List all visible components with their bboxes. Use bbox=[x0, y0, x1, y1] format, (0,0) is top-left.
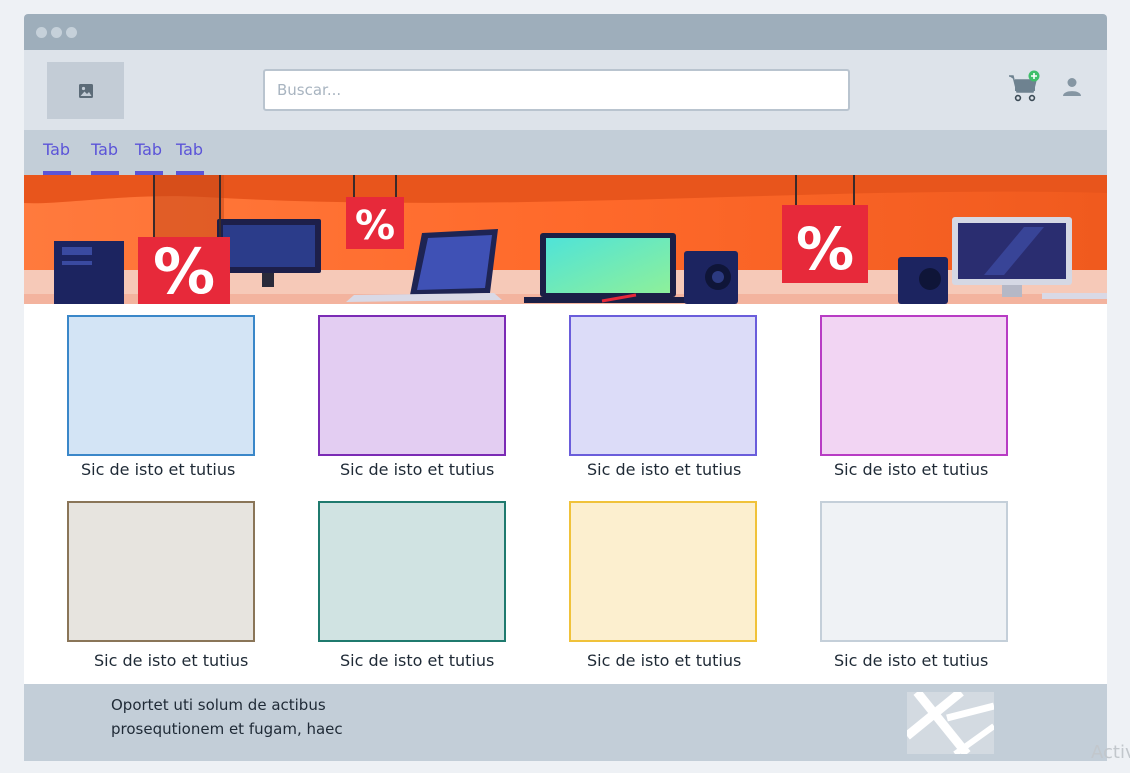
image-icon bbox=[78, 83, 93, 98]
tab-label: Tab bbox=[43, 140, 71, 159]
promo-banner[interactable]: % % % bbox=[24, 175, 1107, 304]
product-caption: Sic de isto et tutius bbox=[94, 651, 249, 670]
title-bar bbox=[24, 14, 1107, 50]
sale-sign-text: % bbox=[355, 203, 395, 249]
product-caption: Sic de isto et tutius bbox=[340, 460, 495, 479]
product-card[interactable]: Sic de isto et tutius bbox=[569, 315, 757, 479]
site-footer: Oportet uti solum de actibus proseqution… bbox=[24, 684, 1107, 761]
tab-3[interactable]: Tab bbox=[135, 140, 163, 175]
product-caption: Sic de isto et tutius bbox=[834, 651, 989, 670]
product-card[interactable]: Sic de isto et tutius bbox=[318, 315, 506, 479]
product-card[interactable]: Sic de isto et tutius bbox=[67, 315, 255, 479]
logo-placeholder[interactable] bbox=[47, 62, 124, 119]
product-card[interactable]: Sic de isto et tutius bbox=[820, 315, 1008, 479]
cart-add-icon[interactable] bbox=[1007, 70, 1041, 104]
footer-text: Oportet uti solum de actibus proseqution… bbox=[111, 693, 411, 741]
sale-sign-text: % bbox=[796, 215, 854, 283]
tab-bar: Tab Tab Tab Tab bbox=[24, 130, 1107, 175]
browser-window: Tab Tab Tab Tab bbox=[24, 14, 1107, 761]
product-image-placeholder[interactable] bbox=[569, 315, 757, 456]
activation-watermark: Activ bbox=[1091, 742, 1130, 763]
banner-illustration: % % % bbox=[24, 175, 1107, 304]
product-caption: Sic de isto et tutius bbox=[81, 460, 236, 479]
site-header bbox=[24, 50, 1107, 130]
footer-line: prosequtionem et fugam, haec bbox=[111, 720, 343, 738]
product-image-placeholder[interactable] bbox=[318, 501, 506, 642]
product-image-placeholder[interactable] bbox=[820, 501, 1008, 642]
product-grid: Sic de isto et tutius Sic de isto et tut… bbox=[24, 304, 1107, 684]
product-card[interactable]: Sic de isto et tutius bbox=[67, 501, 255, 670]
search-input[interactable] bbox=[263, 69, 850, 111]
sale-sign-text: % bbox=[153, 235, 215, 304]
footer-line: Oportet uti solum de actibus bbox=[111, 696, 326, 714]
tab-label: Tab bbox=[176, 140, 204, 159]
product-image-placeholder[interactable] bbox=[569, 501, 757, 642]
product-card[interactable]: Sic de isto et tutius bbox=[820, 501, 1008, 670]
product-image-placeholder[interactable] bbox=[820, 315, 1008, 456]
window-control-dot[interactable] bbox=[66, 26, 77, 38]
window-control-dot[interactable] bbox=[51, 26, 62, 38]
product-caption: Sic de isto et tutius bbox=[587, 460, 742, 479]
tab-label: Tab bbox=[135, 140, 163, 159]
map-icon[interactable] bbox=[907, 692, 994, 754]
product-caption: Sic de isto et tutius bbox=[340, 651, 495, 670]
product-caption: Sic de isto et tutius bbox=[587, 651, 742, 670]
product-caption: Sic de isto et tutius bbox=[834, 460, 989, 479]
product-card[interactable]: Sic de isto et tutius bbox=[569, 501, 757, 670]
product-image-placeholder[interactable] bbox=[67, 501, 255, 642]
tab-2[interactable]: Tab bbox=[91, 140, 119, 175]
tab-label: Tab bbox=[91, 140, 119, 159]
product-image-placeholder[interactable] bbox=[318, 315, 506, 456]
window-control-dot[interactable] bbox=[36, 26, 47, 38]
tab-1[interactable]: Tab bbox=[43, 140, 71, 175]
user-icon[interactable] bbox=[1061, 76, 1083, 98]
tab-4[interactable]: Tab bbox=[176, 140, 204, 175]
product-image-placeholder[interactable] bbox=[67, 315, 255, 456]
product-card[interactable]: Sic de isto et tutius bbox=[318, 501, 506, 670]
